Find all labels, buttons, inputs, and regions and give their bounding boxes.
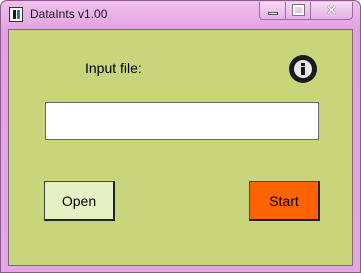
client-area: Input file: Open Start <box>8 29 353 266</box>
start-button[interactable]: Start <box>249 181 320 221</box>
close-button[interactable]: ✕ <box>310 2 353 20</box>
maximize-icon <box>292 4 305 16</box>
input-file-label: Input file: <box>85 60 142 76</box>
app-window: DataInts v1.00 ✕ Input file: Open Start <box>0 0 361 273</box>
input-file-field[interactable] <box>45 102 319 140</box>
info-icon[interactable] <box>289 55 317 83</box>
title-bar[interactable]: DataInts v1.00 ✕ <box>1 1 360 29</box>
open-button[interactable]: Open <box>44 181 115 221</box>
minimize-button[interactable] <box>259 2 285 20</box>
window-title: DataInts v1.00 <box>30 7 108 21</box>
maximize-button[interactable] <box>285 2 310 20</box>
close-icon: ✕ <box>325 2 338 18</box>
minimize-icon <box>268 12 278 15</box>
app-icon[interactable] <box>9 7 23 22</box>
window-controls: ✕ <box>259 2 353 20</box>
